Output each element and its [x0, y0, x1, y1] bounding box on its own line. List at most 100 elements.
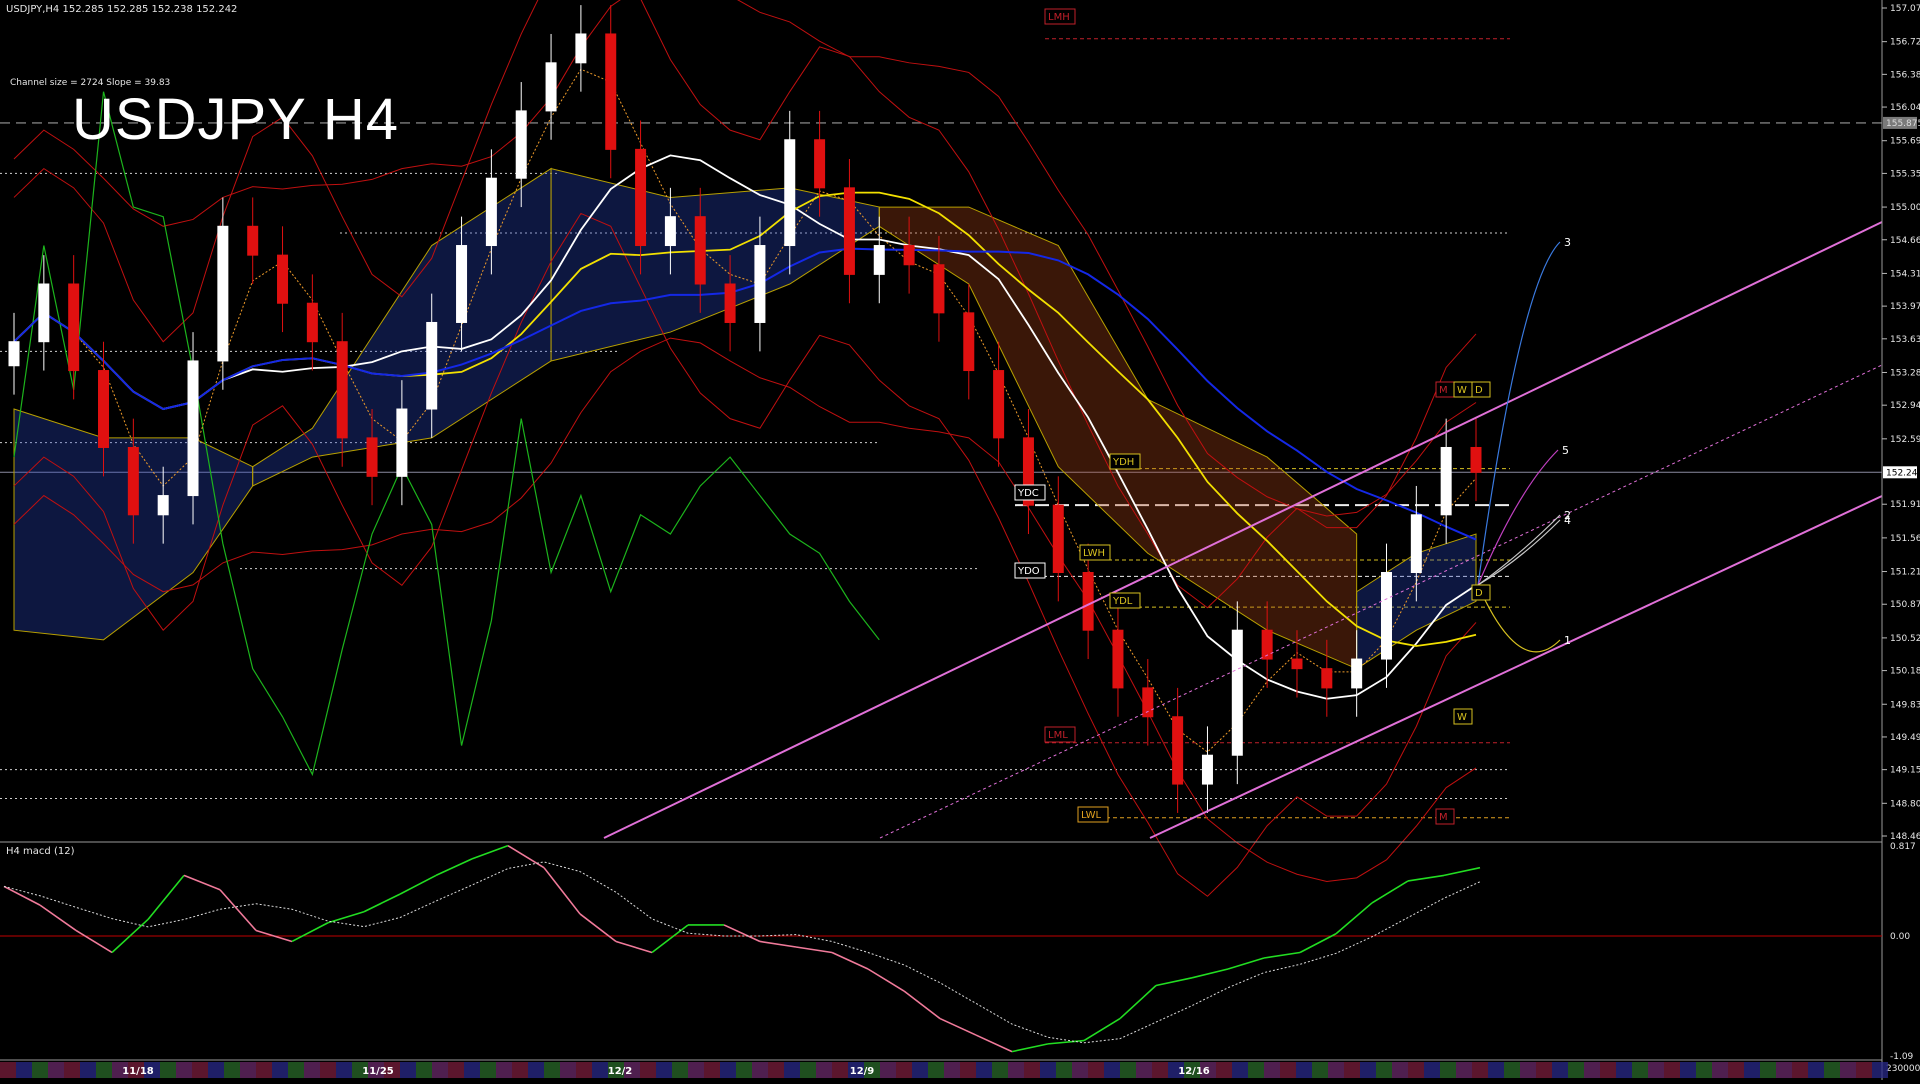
time-strip-cell	[1728, 1062, 1744, 1078]
macd-tick-label: 0.817	[1890, 842, 1916, 852]
macd-segment	[1227, 957, 1265, 970]
price-tick-label: 152.590	[1890, 435, 1920, 445]
macd-segment	[543, 867, 581, 915]
date-label: 12/2	[608, 1066, 633, 1077]
bear-candle	[98, 370, 110, 448]
time-strip-cell	[880, 1062, 896, 1078]
macd-segment	[1191, 968, 1229, 979]
price-tick-label: 153.280	[1890, 368, 1920, 378]
time-strip-cell	[912, 1062, 928, 1078]
bear-candle	[1112, 629, 1124, 689]
time-strip-cell	[192, 1062, 208, 1078]
time-strip-cell	[896, 1062, 912, 1078]
price-tick-label: 149.150	[1890, 766, 1920, 776]
time-strip-cell	[0, 1062, 16, 1078]
macd-segment	[1119, 984, 1157, 1020]
time-strip-cell	[1392, 1062, 1408, 1078]
bull-candle	[545, 62, 557, 112]
price-chart[interactable]: 35241 LMHYDHYDCYDOLWHYDLLMLLWLM W DDWM 157…	[0, 0, 1920, 1080]
bear-candle	[724, 283, 736, 323]
macd-segment	[1443, 866, 1481, 877]
macd-tick-label: -1.09	[1890, 1052, 1914, 1062]
time-strip-cell	[1856, 1062, 1872, 1078]
bear-candle	[247, 225, 259, 256]
macd-segment	[39, 904, 77, 932]
time-strip-cell	[1328, 1062, 1344, 1078]
bull-candle	[426, 321, 438, 410]
macd-segment	[219, 889, 257, 931]
time-strip-cell	[976, 1062, 992, 1078]
macd-label: H4 macd (12)	[6, 846, 75, 857]
time-strip-cell	[832, 1062, 848, 1078]
bear-candle	[277, 254, 289, 304]
bear-candle	[993, 370, 1005, 439]
time-strip-cell	[672, 1062, 688, 1078]
time-strip-cell	[800, 1062, 816, 1078]
price-tag-label: 152.242	[1886, 468, 1920, 478]
macd-segment	[903, 990, 941, 1020]
time-strip-cell	[1120, 1062, 1136, 1078]
bear-candle	[843, 187, 855, 275]
macd-panel: 0.817 0.00 -1.09 230000	[0, 842, 1920, 1074]
time-strip-cell	[1296, 1062, 1312, 1078]
level-label-ydo: YDO	[1017, 566, 1040, 577]
price-tick-label: 153.970	[1890, 302, 1920, 312]
time-strip-cell	[80, 1062, 96, 1078]
time-strip-cell	[1840, 1062, 1856, 1078]
price-tick-label: 154.310	[1890, 269, 1920, 279]
chart-window: 35241 LMH YDH YDC YDO LWH YDL LML LWL M W D D W M 157…	[0, 0, 1920, 1080]
macd-segment	[471, 844, 509, 860]
bull-candle	[1380, 572, 1392, 660]
price-tag-label: 155.875	[1886, 119, 1920, 129]
time-strip-cell	[592, 1062, 608, 1078]
bull-candle	[1231, 629, 1243, 756]
time-strip-cell	[1712, 1062, 1728, 1078]
time-strip-cell	[544, 1062, 560, 1078]
time-strip-cell	[1616, 1062, 1632, 1078]
moving-averages	[13, 68, 1477, 753]
time-strip-cell	[1312, 1062, 1328, 1078]
macd-segment	[1011, 1043, 1049, 1053]
time-strip-cell	[480, 1062, 496, 1078]
macd-segment	[1335, 902, 1373, 935]
time-strip-cell	[1264, 1062, 1280, 1078]
macd-segment	[1407, 874, 1445, 882]
macd-segment	[435, 858, 473, 877]
macd-segment	[651, 924, 689, 954]
projection-line	[1477, 449, 1559, 586]
level-label-m: M	[1439, 385, 1448, 396]
level-label-ydh: YDH	[1112, 457, 1134, 468]
time-strip-cell	[1440, 1062, 1456, 1078]
time-strip-cell	[1792, 1062, 1808, 1078]
bull-candle	[515, 110, 527, 179]
date-label: 11/18	[122, 1066, 154, 1077]
time-strip-cell	[16, 1062, 32, 1078]
bear-candle	[694, 216, 706, 285]
bear-candle	[933, 264, 945, 314]
time-strip-cell	[320, 1062, 336, 1078]
time-strip-cell	[304, 1062, 320, 1078]
time-strip-cell	[1648, 1062, 1664, 1078]
bull-candle	[38, 283, 50, 343]
time-strip-cell	[1536, 1062, 1552, 1078]
time-strip-cell	[1520, 1062, 1536, 1078]
price-tick-label: 150.520	[1890, 634, 1920, 644]
level-label-w: W	[1457, 712, 1467, 723]
time-strip-cell	[1824, 1062, 1840, 1078]
time-strip-cell	[1504, 1062, 1520, 1078]
time-strip-cell	[1808, 1062, 1824, 1078]
time-strip-cell	[1456, 1062, 1472, 1078]
bull-candle	[1201, 754, 1213, 785]
price-tick-label: 150.180	[1890, 667, 1920, 677]
bull-candle	[157, 495, 169, 516]
trend-channel	[603, 221, 1883, 839]
bear-candle	[1291, 658, 1303, 670]
level-label-d: D	[1475, 385, 1483, 396]
time-strip-cell	[1872, 1062, 1888, 1078]
time-strip-cell	[448, 1062, 464, 1078]
date-label: 12/9	[850, 1066, 875, 1077]
time-strip-cell	[736, 1062, 752, 1078]
price-tick-label: 156.040	[1890, 103, 1920, 113]
time-strip-cell	[1344, 1062, 1360, 1078]
time-strip-cell	[1376, 1062, 1392, 1078]
